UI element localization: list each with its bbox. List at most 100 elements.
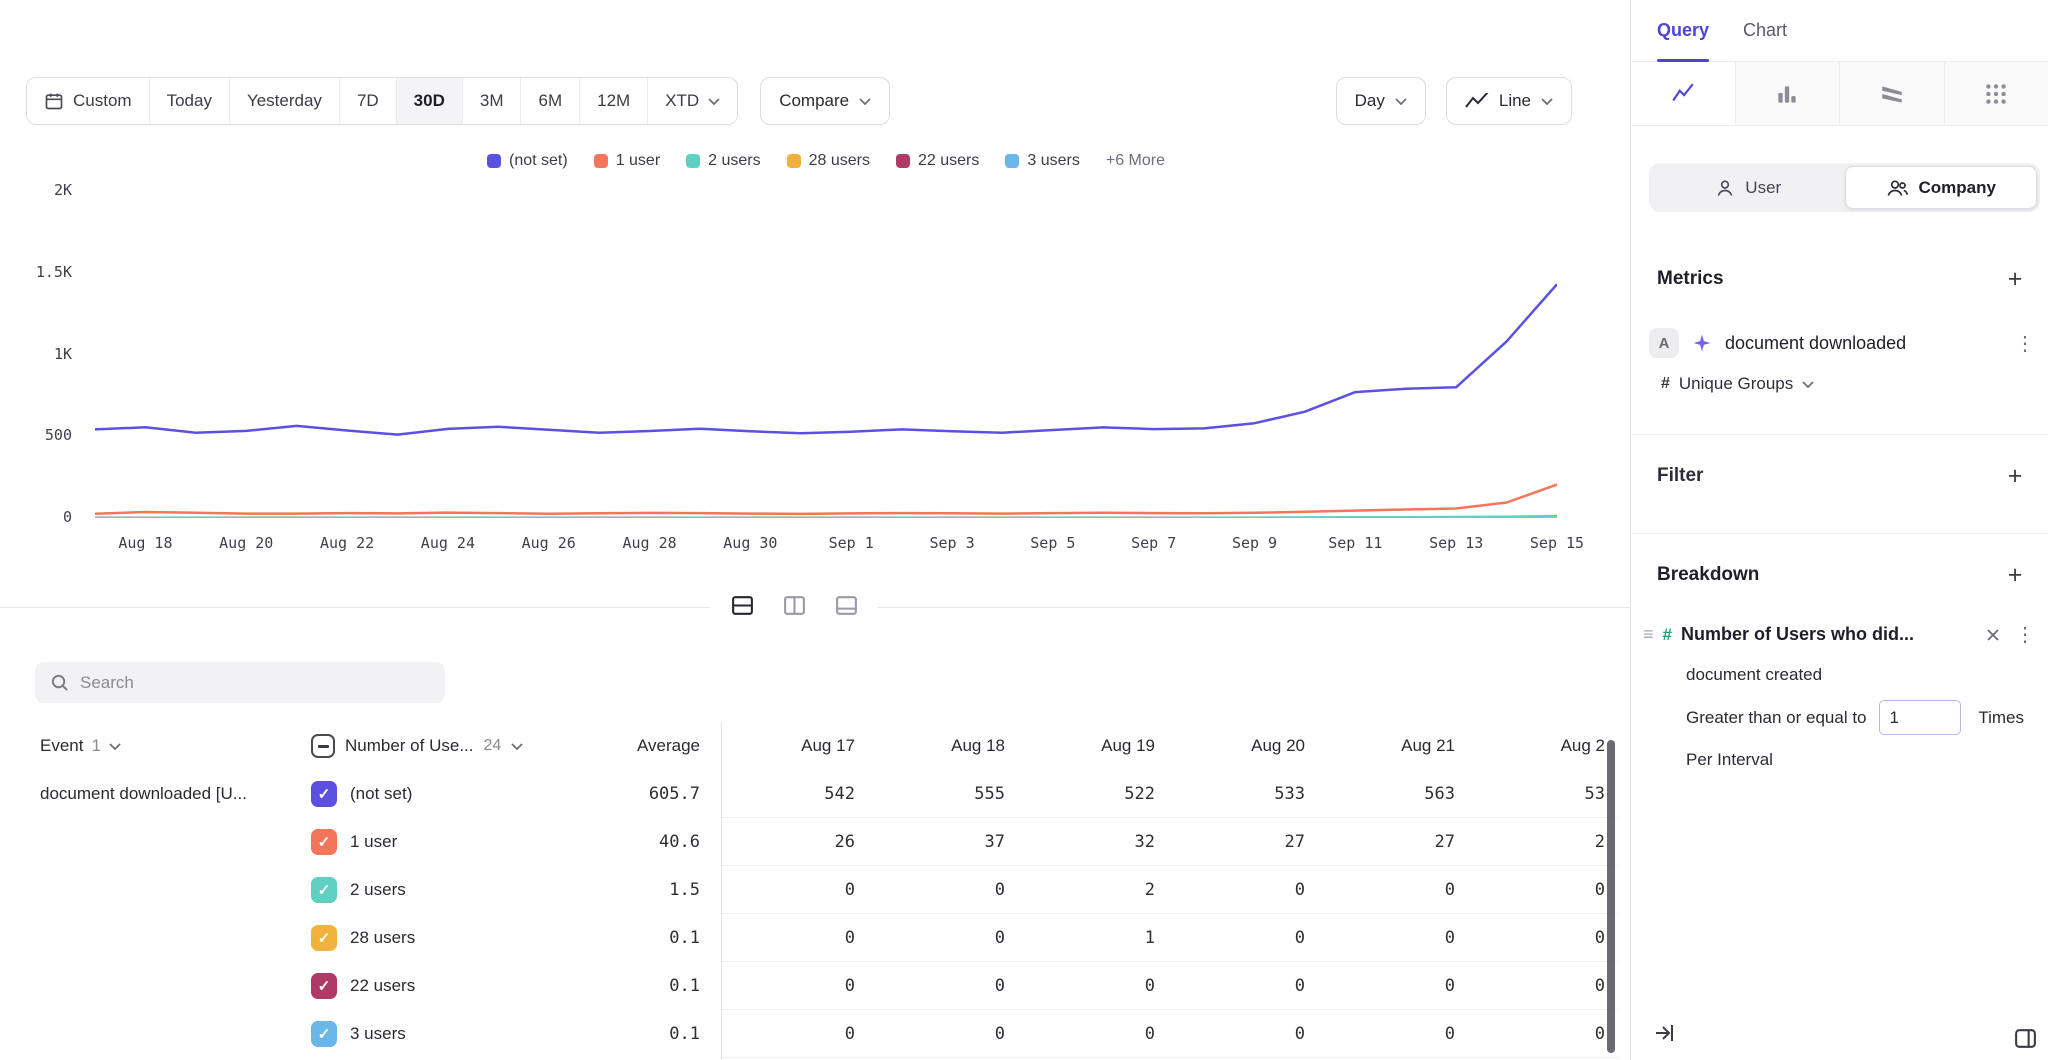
- table-header: Event 1 Number of Use... 24 Average Aug …: [0, 722, 1630, 770]
- series-checkbox[interactable]: ✓: [311, 781, 337, 807]
- close-icon: [1986, 628, 2000, 642]
- metric-item[interactable]: A document downloaded ⋮: [1649, 328, 2036, 358]
- drag-handle-icon[interactable]: ≡: [1643, 624, 1654, 645]
- value-cell: 0: [1171, 962, 1321, 1010]
- custom-range-button[interactable]: Custom: [27, 78, 149, 124]
- legend-more-button[interactable]: +6 More: [1106, 152, 1165, 170]
- range-30d-button[interactable]: 30D: [396, 78, 462, 124]
- value-cell: 0: [721, 1010, 871, 1058]
- compare-label: Compare: [779, 91, 849, 111]
- value-cell: 0: [1471, 866, 1621, 914]
- legend-item[interactable]: 2 users: [686, 152, 760, 170]
- breakdown-condition-row: Greater than or equal to Times: [1686, 700, 2032, 735]
- chart-type-select[interactable]: Line: [1446, 77, 1572, 125]
- date-values: 26373227272: [721, 818, 1621, 866]
- series-header-label: Number of Use...: [345, 736, 474, 756]
- breakdown-event-name[interactable]: document created: [1686, 665, 2036, 685]
- value-cell: 1: [1021, 914, 1171, 962]
- metric-options-button[interactable]: ⋮: [2014, 331, 2036, 356]
- collapse-sidebar-button[interactable]: [1653, 1021, 1677, 1050]
- y-axis-tick: 2K: [0, 181, 72, 199]
- add-metric-button[interactable]: +: [1998, 262, 2032, 296]
- view-chart-only-button[interactable]: [828, 585, 864, 625]
- value-cell: 2: [1471, 818, 1621, 866]
- search-input[interactable]: [80, 673, 430, 693]
- value-cell: 0: [721, 962, 871, 1010]
- date-column-header[interactable]: Aug 17: [721, 722, 871, 770]
- table-row: ✓3 users0.1000000: [0, 1010, 1630, 1058]
- interval-select[interactable]: Day: [1336, 77, 1426, 125]
- date-column-headers: Aug 17Aug 18Aug 19Aug 20Aug 21Aug 2: [721, 722, 1621, 770]
- date-column-header[interactable]: Aug 20: [1171, 722, 1321, 770]
- condition-label[interactable]: Greater than or equal to: [1686, 708, 1867, 728]
- value-cell: 26: [721, 818, 871, 866]
- value-cell: 0: [1321, 962, 1471, 1010]
- legend-item[interactable]: 28 users: [787, 152, 870, 170]
- range-yesterday-button[interactable]: Yesterday: [229, 78, 339, 124]
- view-split-columns-button[interactable]: [776, 585, 812, 625]
- series-checkbox[interactable]: ✓: [311, 925, 337, 951]
- chart-type-area-tab[interactable]: [1839, 62, 1944, 125]
- date-values: 54255552253356353: [721, 770, 1621, 818]
- chart-display-tools: Day Line: [1336, 77, 1572, 125]
- chart-type-bar-tab[interactable]: [1735, 62, 1840, 125]
- legend-item[interactable]: (not set): [487, 152, 568, 170]
- tab-query[interactable]: Query: [1657, 0, 1709, 61]
- average-value: 1.5: [589, 866, 700, 914]
- breakdown-property-name[interactable]: Number of Users who did...: [1681, 624, 1972, 645]
- collapse-right-icon: [1653, 1021, 1677, 1045]
- event-column-header[interactable]: Event 1: [40, 722, 121, 770]
- add-breakdown-button[interactable]: +: [1998, 558, 2032, 592]
- legend-item[interactable]: 1 user: [594, 152, 660, 170]
- legend-label: 22 users: [918, 152, 979, 170]
- value-cell: 563: [1321, 770, 1471, 818]
- toggle-panel-button[interactable]: [2013, 1026, 2038, 1056]
- metric-aggregation-select[interactable]: # Unique Groups: [1661, 374, 2036, 394]
- per-interval-label[interactable]: Per Interval: [1686, 750, 2036, 770]
- view-split-rows-button[interactable]: [724, 585, 760, 625]
- legend-item[interactable]: 22 users: [896, 152, 979, 170]
- metrics-title: Metrics: [1657, 268, 1724, 290]
- table-row: ✓22 users0.1000000: [0, 962, 1630, 1010]
- series-column-header[interactable]: Number of Use... 24: [311, 722, 523, 770]
- date-column-header[interactable]: Aug 21: [1321, 722, 1471, 770]
- chart-type-more-tab[interactable]: [1944, 62, 2048, 125]
- date-column-header[interactable]: Aug 19: [1021, 722, 1171, 770]
- date-values: 000000: [721, 1010, 1621, 1058]
- range-7d-button[interactable]: 7D: [339, 78, 396, 124]
- range-12m-button[interactable]: 12M: [579, 78, 647, 124]
- x-axis-tick: Aug 26: [522, 534, 576, 552]
- legend-label: (not set): [509, 152, 568, 170]
- select-all-checkbox[interactable]: [311, 734, 335, 758]
- legend-label: 2 users: [708, 152, 760, 170]
- remove-breakdown-button[interactable]: [1981, 623, 2005, 647]
- date-column-header[interactable]: Aug 18: [871, 722, 1021, 770]
- scope-company-option[interactable]: Company: [1845, 166, 2038, 209]
- legend-item[interactable]: 3 users: [1005, 152, 1079, 170]
- tab-chart[interactable]: Chart: [1743, 0, 1787, 61]
- series-checkbox[interactable]: ✓: [311, 829, 337, 855]
- range-today-button[interactable]: Today: [149, 78, 229, 124]
- table-scrollbar[interactable]: [1607, 740, 1615, 1053]
- x-axis-tick: Sep 1: [829, 534, 874, 552]
- range-3m-button[interactable]: 3M: [462, 78, 521, 124]
- value-cell: 0: [871, 866, 1021, 914]
- range-6m-button[interactable]: 6M: [520, 78, 579, 124]
- y-axis-tick: 1.5K: [0, 263, 72, 281]
- series-checkbox[interactable]: ✓: [311, 973, 337, 999]
- range-xtd-button[interactable]: XTD: [647, 78, 737, 124]
- date-column-header[interactable]: Aug 2: [1471, 722, 1621, 770]
- add-filter-button[interactable]: +: [1998, 459, 2032, 493]
- breakdown-options-button[interactable]: ⋮: [2014, 622, 2036, 647]
- compare-button[interactable]: Compare: [760, 77, 890, 125]
- value-cell: 0: [1171, 914, 1321, 962]
- scope-user-option[interactable]: User: [1652, 166, 1845, 209]
- chart-plot-area[interactable]: [95, 191, 1557, 518]
- legend-swatch: [594, 154, 608, 168]
- x-axis-tick: Sep 13: [1429, 534, 1483, 552]
- series-checkbox[interactable]: ✓: [311, 877, 337, 903]
- event-count: 1: [91, 736, 100, 756]
- series-checkbox[interactable]: ✓: [311, 1021, 337, 1047]
- times-value-input[interactable]: [1879, 700, 1961, 735]
- chart-type-line-tab[interactable]: [1631, 62, 1735, 125]
